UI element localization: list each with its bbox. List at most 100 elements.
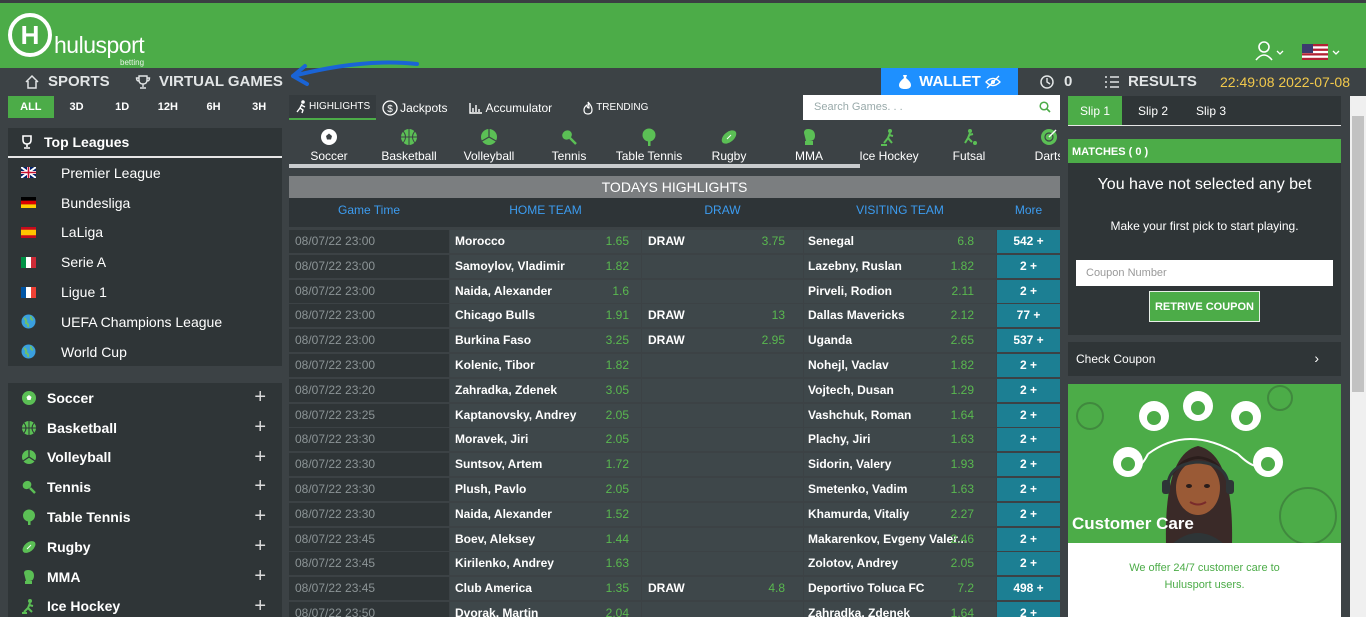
expand-icon[interactable]: + xyxy=(254,595,266,617)
more-markets-button[interactable]: 542 + xyxy=(997,230,1060,253)
draw-odd-button[interactable] xyxy=(642,527,803,551)
time-filter-3h[interactable]: 3H xyxy=(236,96,282,118)
draw-odd-button[interactable]: DRAW 3.75 xyxy=(642,230,803,253)
draw-odd-button[interactable]: DRAW 4.8 xyxy=(642,577,803,601)
expand-icon[interactable]: + xyxy=(254,535,266,558)
sport-table-tennis[interactable]: Table Tennis + xyxy=(8,502,282,532)
page-scrollbar[interactable] xyxy=(1350,96,1366,617)
sport-mma[interactable]: MMA + xyxy=(8,562,282,592)
league-laliga[interactable]: LaLiga xyxy=(8,218,282,248)
home-odd-button[interactable]: Zahradka, Zdenek 3.05 xyxy=(450,378,641,402)
tab-highlights[interactable]: HIGHLIGHTS xyxy=(289,95,377,120)
strip-ice-hockey[interactable]: Ice Hockey xyxy=(849,128,929,163)
home-odd-button[interactable]: Dvorak, Martin 2.04 xyxy=(450,601,641,617)
draw-odd-button[interactable] xyxy=(642,403,803,427)
more-markets-button[interactable]: 77 + xyxy=(997,304,1060,328)
away-odd-button[interactable]: Khamurda, Vitaliy 2.27 xyxy=(804,502,996,526)
draw-odd-button[interactable] xyxy=(642,378,803,402)
away-odd-button[interactable]: Vashchuk, Roman 1.64 xyxy=(804,403,996,427)
draw-odd-button[interactable] xyxy=(642,353,803,377)
tab-accumulator[interactable]: Accumulator xyxy=(463,95,558,120)
home-odd-button[interactable]: Naida, Alexander 1.52 xyxy=(450,502,641,526)
home-odd-button[interactable]: Plush, Pavlo 2.05 xyxy=(450,477,641,501)
home-odd-button[interactable]: Naida, Alexander 1.6 xyxy=(450,279,641,303)
more-markets-button[interactable]: 2 + xyxy=(997,453,1060,477)
strip-darts[interactable]: Darts xyxy=(1009,128,1060,163)
expand-icon[interactable]: + xyxy=(254,386,266,409)
carousel-scrollbar[interactable] xyxy=(289,164,860,168)
more-markets-button[interactable]: 2 + xyxy=(997,552,1060,576)
draw-odd-button[interactable]: DRAW 2.95 xyxy=(642,329,803,353)
sport-tennis[interactable]: Tennis + xyxy=(8,472,282,502)
time-filter-6h[interactable]: 6H xyxy=(191,96,237,118)
expand-icon[interactable]: + xyxy=(254,475,266,498)
sport-rugby[interactable]: Rugby + xyxy=(8,532,282,562)
bet-history[interactable]: 0 xyxy=(1038,68,1072,95)
search-games-input[interactable]: Search Games. . . xyxy=(803,95,1060,120)
more-markets-button[interactable]: 2 + xyxy=(997,502,1060,526)
tab-trending[interactable]: TRENDING xyxy=(576,95,654,120)
more-markets-button[interactable]: 2 + xyxy=(997,601,1060,617)
more-markets-button[interactable]: 2 + xyxy=(997,353,1060,377)
strip-futsal[interactable]: Futsal xyxy=(929,128,1009,163)
draw-odd-button[interactable] xyxy=(642,453,803,477)
more-markets-button[interactable]: 2 + xyxy=(997,279,1060,303)
coupon-number-input[interactable]: Coupon Number xyxy=(1076,260,1333,286)
away-odd-button[interactable]: Sidorin, Valery 1.93 xyxy=(804,453,996,477)
away-odd-button[interactable]: Deportivo Toluca FC 7.2 xyxy=(804,577,996,601)
tab-slip-1[interactable]: Slip 1 xyxy=(1068,96,1122,125)
time-filter-3d[interactable]: 3D xyxy=(54,96,100,118)
home-odd-button[interactable]: Suntsov, Artem 1.72 xyxy=(450,453,641,477)
more-markets-button[interactable]: 2 + xyxy=(997,527,1060,551)
time-filter-12h[interactable]: 12H xyxy=(145,96,191,118)
more-markets-button[interactable]: 498 + xyxy=(997,577,1060,601)
user-menu[interactable] xyxy=(1255,40,1289,62)
league-world-cup[interactable]: World Cup xyxy=(8,337,282,367)
draw-odd-button[interactable] xyxy=(642,279,803,303)
language-selector[interactable] xyxy=(1302,42,1344,62)
expand-icon[interactable]: + xyxy=(254,446,266,469)
league-premier-league[interactable]: Premier League xyxy=(8,158,282,188)
away-odd-button[interactable]: Pirveli, Rodion 2.11 xyxy=(804,279,996,303)
away-odd-button[interactable]: Zahradka, Zdenek 1.64 xyxy=(804,601,996,617)
strip-mma[interactable]: MMA xyxy=(769,128,849,163)
eye-slash-icon[interactable] xyxy=(984,75,1001,89)
search-icon[interactable] xyxy=(1039,101,1051,113)
away-odd-button[interactable]: Lazebny, Ruslan 1.82 xyxy=(804,254,996,278)
more-markets-button[interactable]: 2 + xyxy=(997,378,1060,402)
away-odd-button[interactable]: Makarenkov, Evgeny Valer... 2.46 xyxy=(804,527,996,551)
home-odd-button[interactable]: Kolenic, Tibor 1.82 xyxy=(450,353,641,377)
expand-icon[interactable]: + xyxy=(254,505,266,528)
home-odd-button[interactable]: Moravek, Jiri 2.05 xyxy=(450,428,641,452)
customer-care-banner[interactable]: Customer Care We offer 24/7 customer car… xyxy=(1068,384,1341,617)
league-ligue-1[interactable]: Ligue 1 xyxy=(8,277,282,307)
strip-soccer[interactable]: Soccer xyxy=(289,128,369,163)
more-markets-button[interactable]: 2 + xyxy=(997,403,1060,427)
more-markets-button[interactable]: 2 + xyxy=(997,428,1060,452)
check-coupon-row[interactable]: Check Coupon › xyxy=(1068,342,1341,376)
strip-basketball[interactable]: Basketball xyxy=(369,128,449,163)
away-odd-button[interactable]: Dallas Mavericks 2.12 xyxy=(804,304,996,328)
league-serie-a[interactable]: Serie A xyxy=(8,247,282,277)
draw-odd-button[interactable] xyxy=(642,502,803,526)
retrive-coupon-button[interactable]: RETRIVE COUPON xyxy=(1149,291,1260,322)
away-odd-button[interactable]: Plachy, Jiri 1.63 xyxy=(804,428,996,452)
tab-jackpots[interactable]: $ Jackpots xyxy=(376,95,453,120)
league-uefa-champions-league[interactable]: UEFA Champions League xyxy=(8,307,282,337)
away-odd-button[interactable]: Smetenko, Vadim 1.63 xyxy=(804,477,996,501)
expand-icon[interactable]: + xyxy=(254,416,266,439)
draw-odd-button[interactable] xyxy=(642,552,803,576)
nav-sports[interactable]: SPORTS xyxy=(24,68,110,95)
draw-odd-button[interactable]: DRAW 13 xyxy=(642,304,803,328)
more-markets-button[interactable]: 2 + xyxy=(997,254,1060,278)
time-filter-all[interactable]: ALL xyxy=(8,96,54,118)
tab-slip-2[interactable]: Slip 2 xyxy=(1126,96,1180,125)
nav-virtual-games[interactable]: VIRTUAL GAMES xyxy=(135,68,283,95)
home-odd-button[interactable]: Morocco 1.65 xyxy=(450,230,641,253)
league-bundesliga[interactable]: Bundesliga xyxy=(8,188,282,218)
strip-volleyball[interactable]: Volleyball xyxy=(449,128,529,163)
away-odd-button[interactable]: Uganda 2.65 xyxy=(804,329,996,353)
draw-odd-button[interactable] xyxy=(642,254,803,278)
time-filter-1d[interactable]: 1D xyxy=(99,96,145,118)
home-odd-button[interactable]: Chicago Bulls 1.91 xyxy=(450,304,641,328)
